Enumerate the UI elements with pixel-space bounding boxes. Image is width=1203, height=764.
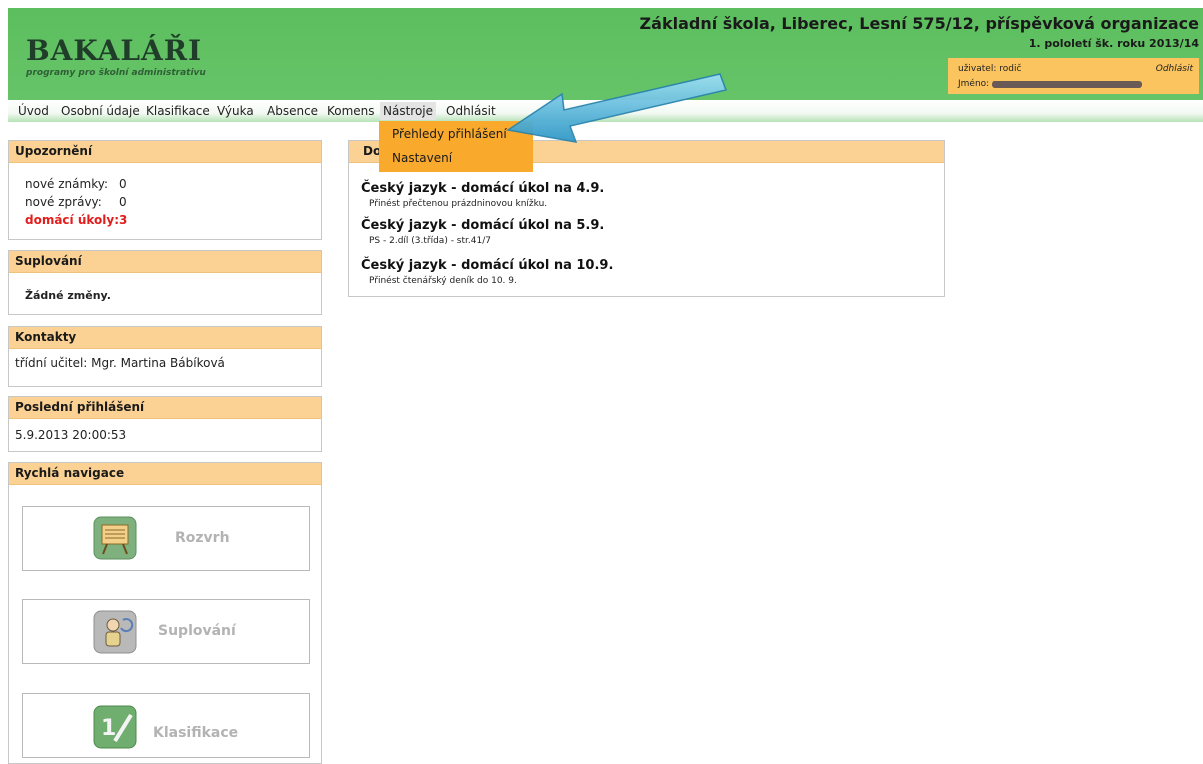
homework-item-title[interactable]: Český jazyk - domácí úkol na 10.9. xyxy=(361,258,613,273)
quicknav-klasifikace-label: Klasifikace xyxy=(153,725,239,741)
menu-odhlasit[interactable]: Odhlásit xyxy=(446,104,496,118)
notices-panel: Upozornění nové známky: 0 nové zprávy: 0… xyxy=(8,140,322,240)
homework-value[interactable]: 3 xyxy=(119,213,127,227)
contacts-title: Kontakty xyxy=(9,327,321,349)
last-login-title: Poslední přihlášení xyxy=(9,397,321,419)
menu-osobni-udaje[interactable]: Osobní údaje xyxy=(61,104,140,118)
quicknav-suplovani-label: Suplování xyxy=(158,623,236,639)
substitution-title: Suplování xyxy=(9,251,321,273)
homework-label[interactable]: domácí úkoly: xyxy=(25,213,119,227)
homework-item-desc: Přinést čtenářský deník do 10. 9. xyxy=(369,276,517,286)
quicknav-title: Rychlá navigace xyxy=(9,463,321,485)
user-role: uživatel: rodič xyxy=(958,64,1022,74)
class-teacher: třídní učitel: Mgr. Martina Bábíková xyxy=(15,356,225,370)
logout-link[interactable]: Odhlásit xyxy=(1156,64,1193,74)
last-login-time: 5.9.2013 20:00:53 xyxy=(15,428,127,442)
quicknav-klasifikace-button[interactable]: 1 Klasifikace xyxy=(22,693,310,758)
quicknav-rozvrh-button[interactable]: Rozvrh xyxy=(22,506,310,571)
new-grades-value: 0 xyxy=(119,177,127,191)
quicknav-panel: Rychlá navigace Rozvrh Suplování 1 Klasi… xyxy=(8,462,322,764)
new-grades-label: nové známky: xyxy=(25,177,108,191)
user-box: uživatel: rodič Jméno: o: Odhlásit xyxy=(948,58,1199,94)
contacts-panel: Kontakty třídní učitel: Mgr. Martina Báb… xyxy=(8,326,322,387)
quicknav-suplovani-button[interactable]: Suplování xyxy=(22,599,310,664)
school-name: Základní škola, Liberec, Lesní 575/12, p… xyxy=(639,14,1199,33)
homework-item-desc: Přinést přečtenou prázdninovou knížku. xyxy=(369,199,548,209)
logo: BAKALÁŘI xyxy=(26,34,203,67)
quicknav-rozvrh-label: Rozvrh xyxy=(175,530,230,546)
menu-vyuka[interactable]: Výuka xyxy=(217,104,254,118)
menu-nastroje[interactable]: Nástroje xyxy=(380,102,437,120)
menu-komens[interactable]: Komens xyxy=(327,104,375,118)
timetable-icon xyxy=(93,516,137,560)
substitution-text: Žádné změny. xyxy=(25,289,111,302)
substitute-teacher-icon xyxy=(93,610,137,654)
homework-item-title[interactable]: Český jazyk - domácí úkol na 5.9. xyxy=(361,218,604,233)
logo-subtitle: programy pro školní administrativu xyxy=(26,68,206,78)
homework-item-title[interactable]: Český jazyk - domácí úkol na 4.9. xyxy=(361,181,604,196)
pointer-arrow-icon xyxy=(506,73,728,143)
menu-absence[interactable]: Absence xyxy=(267,104,318,118)
school-term: 1. pololetí šk. roku 2013/14 xyxy=(1028,37,1199,50)
substitution-panel: Suplování Žádné změny. xyxy=(8,250,322,315)
last-login-panel: Poslední přihlášení 5.9.2013 20:00:53 xyxy=(8,396,322,452)
menu-uvod[interactable]: Úvod xyxy=(18,104,49,118)
svg-text:1: 1 xyxy=(101,716,116,741)
homework-item-desc: PS - 2.díl (3.třída) - str.41/7 xyxy=(369,236,491,246)
dropdown-login-overview[interactable]: Přehledy přihlášení xyxy=(392,127,507,141)
menu-klasifikace[interactable]: Klasifikace xyxy=(146,104,210,118)
grades-icon: 1 xyxy=(93,705,137,749)
dropdown-settings[interactable]: Nastavení xyxy=(392,151,452,165)
new-messages-label: nové zprávy: xyxy=(25,195,102,209)
new-messages-value: 0 xyxy=(119,195,127,209)
redacted-name xyxy=(992,81,1142,88)
notices-title: Upozornění xyxy=(9,141,321,163)
